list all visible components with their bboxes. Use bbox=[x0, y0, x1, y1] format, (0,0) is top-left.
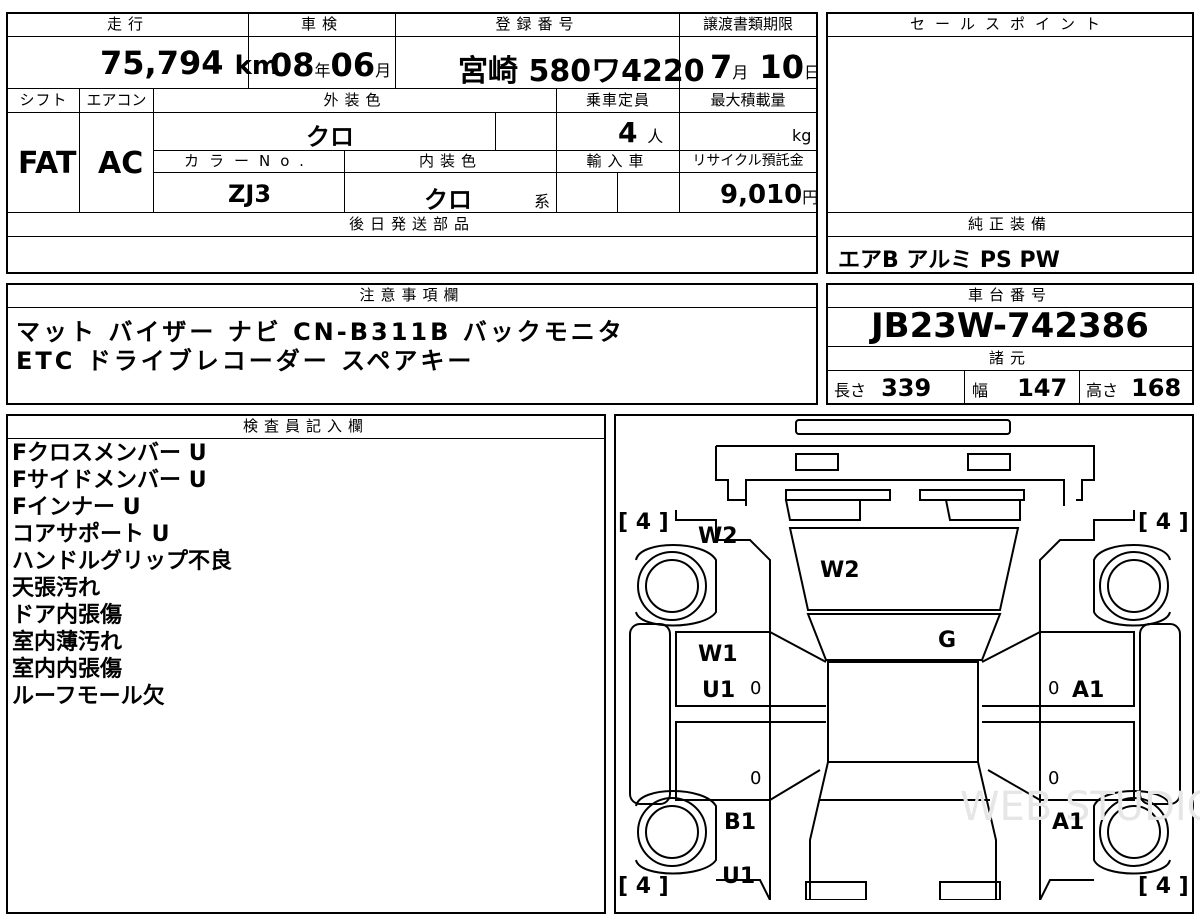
damage-u1-rear: U1 bbox=[722, 864, 756, 889]
damage-a1-right-rear: A1 bbox=[1052, 810, 1085, 835]
tire-tread-front-left: [ 4 ] bbox=[618, 510, 669, 535]
damage-u1-left: U1 bbox=[702, 678, 736, 703]
damage-b1-left: B1 bbox=[724, 810, 757, 835]
car-diagram: WEB STUDIO bbox=[629, 419, 1200, 900]
damage-g-center: G bbox=[938, 628, 957, 653]
zero-mark: 0 bbox=[750, 678, 762, 699]
tire-tread-front-right: [ 4 ] bbox=[1138, 510, 1189, 535]
tire-tread-rear-left: [ 4 ] bbox=[618, 874, 669, 899]
zero-mark: 0 bbox=[750, 768, 762, 789]
damage-w1-left: W1 bbox=[698, 642, 738, 667]
zero-mark: 0 bbox=[1048, 678, 1060, 699]
damage-w2-windshield: W2 bbox=[820, 558, 860, 583]
damage-w2-front-left: W2 bbox=[698, 524, 738, 549]
tire-tread-rear-right: [ 4 ] bbox=[1138, 874, 1189, 899]
zero-mark: 0 bbox=[1048, 768, 1060, 789]
damage-a1-right: A1 bbox=[1072, 678, 1105, 703]
